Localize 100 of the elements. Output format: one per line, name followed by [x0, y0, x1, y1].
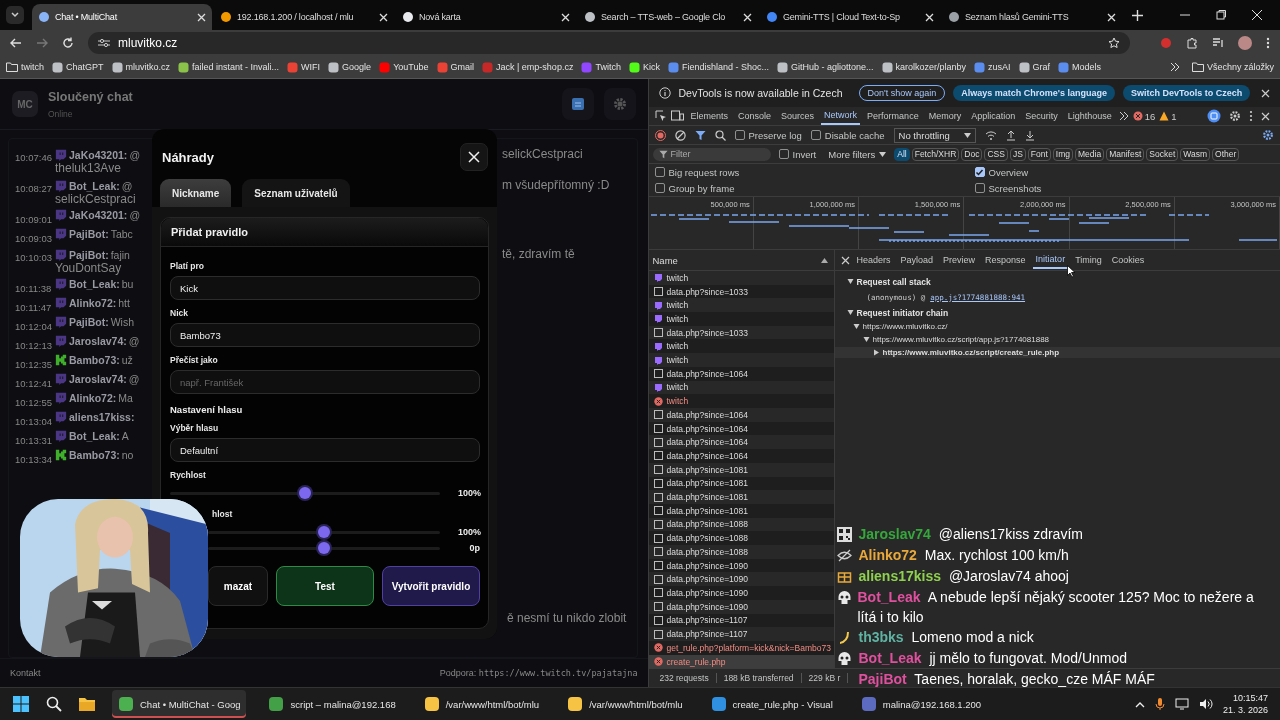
type-filter-chip[interactable]: Wasm	[1180, 147, 1211, 161]
type-filter-chip[interactable]: Media	[1075, 147, 1105, 161]
create-button[interactable]: Vytvořit pravidlo	[382, 566, 480, 607]
type-filter-chip[interactable]: Font	[1027, 147, 1051, 161]
type-filter-chip[interactable]: Other	[1212, 147, 1240, 161]
dialog-tab[interactable]: Seznam uživatelů	[242, 179, 350, 208]
bookmark[interactable]: Graf	[1018, 61, 1051, 73]
type-filter-chip[interactable]: Socket	[1146, 147, 1179, 161]
type-filter-chip[interactable]: Fetch/XHR	[911, 147, 960, 161]
detail-tab[interactable]: Headers	[853, 251, 894, 270]
detail-tab[interactable]: Preview	[940, 251, 979, 270]
devtools-tab[interactable]: Memory	[925, 107, 965, 126]
devtools-tab[interactable]: Sources	[778, 107, 818, 126]
tree-section[interactable]: Request call stack	[846, 275, 1280, 289]
filter-field[interactable]: Filter	[652, 147, 771, 161]
more-filters-dropdown[interactable]: More filters	[828, 148, 887, 160]
bookmark[interactable]: mluvitko.cz	[111, 61, 171, 73]
test-button[interactable]: Test	[276, 566, 374, 607]
message-time: 10:07:46	[14, 151, 53, 164]
taskbar-app[interactable]: /var/www/html/bot/mlu	[561, 690, 689, 719]
bookmark[interactable]: Fiendishland - Shoc...	[667, 61, 769, 73]
request-row[interactable]: twitch	[648, 339, 834, 354]
address-bar[interactable]: mluvitko.cz	[88, 31, 1130, 54]
preserve-log-checkbox[interactable]: Preserve log	[734, 129, 802, 141]
devtools-tab[interactable]: Security	[1022, 107, 1061, 126]
type-filter-chip[interactable]: Manifest	[1106, 147, 1145, 161]
bookmark[interactable]: twitch	[6, 62, 44, 73]
devtools-tab[interactable]: Elements	[687, 107, 732, 126]
taskbar-app[interactable]: script – malina@192.168	[262, 690, 402, 719]
banner-button[interactable]: Always match Chrome's language	[953, 85, 1115, 102]
input-field[interactable]: Kick	[170, 276, 480, 301]
bookmark[interactable]: Kick	[628, 61, 660, 73]
initiator-url[interactable]: https://www.mluvitko.cz/script/create_rule.php	[834, 347, 1280, 359]
detail-tab[interactable]: Response	[982, 251, 1029, 270]
chat-username: aliens17kiss:	[69, 411, 135, 424]
bookmark[interactable]: Twitch	[581, 61, 621, 73]
devtools-tab[interactable]: Performance	[864, 107, 922, 126]
input-field[interactable]: Bambo73	[170, 323, 480, 348]
type-filter-chip[interactable]: All	[894, 147, 910, 161]
browser-tab[interactable]: 192.168.1.200 / localhost / mlu	[214, 4, 394, 30]
taskbar-app[interactable]: Chat • MultiChat - Goog	[112, 690, 247, 719]
option-checkbox[interactable]: Overview	[974, 166, 1280, 178]
bookmark[interactable]: ChatGPT	[52, 61, 104, 73]
taskbar-app[interactable]: malina@192.168.1.200	[854, 690, 988, 719]
initiator-url[interactable]: https://www.mluvitko.cz/	[834, 321, 1280, 333]
invert-checkbox[interactable]: Invert	[778, 148, 817, 160]
bookmark[interactable]: karolkozer/planby	[881, 61, 967, 73]
slider-value: 100%	[458, 488, 480, 499]
bookmark[interactable]: Models	[1058, 61, 1102, 73]
contact-link[interactable]: Kontakt	[10, 668, 41, 679]
request-row[interactable]: twitch	[648, 394, 834, 408]
option-checkbox[interactable]: Screenshots	[974, 182, 1280, 194]
bookmark[interactable]: zusAI	[974, 61, 1011, 73]
chat-username: Jaroslav74:	[69, 335, 127, 348]
bookmark[interactable]: WIFI	[287, 61, 321, 73]
tree-section[interactable]: Request initiator chain	[846, 306, 1280, 320]
devtools-tab[interactable]: Console	[735, 107, 775, 126]
detail-tab[interactable]: Timing	[1072, 251, 1105, 270]
disable-cache-checkbox[interactable]: Disable cache	[810, 129, 885, 141]
bookmark[interactable]: Google	[328, 61, 372, 73]
error-count[interactable]: 16	[1132, 110, 1156, 122]
option-checkbox[interactable]: Big request rows	[654, 166, 975, 178]
devtools-tab[interactable]: Application	[968, 107, 1019, 126]
taskbar-app[interactable]: /var/www/html/bot/mlu	[417, 690, 546, 719]
voice-select[interactable]: Defaultní	[170, 438, 480, 463]
type-filter-chip[interactable]: Img	[1052, 147, 1073, 161]
request-row[interactable]: data.php?since=1088	[648, 531, 834, 546]
all-bookmarks[interactable]: Všechny záložky	[1191, 62, 1274, 73]
input-field[interactable]: např. František	[170, 370, 480, 395]
bookmark[interactable]: Jack | emp-shop.cz	[482, 61, 574, 73]
devtools-tab[interactable]: Network	[821, 107, 861, 126]
initiator-url[interactable]: https://www.mluvitko.cz/script/app.js?1774081888	[834, 334, 1280, 346]
bookmark[interactable]: failed instant - Invali...	[178, 61, 280, 73]
request-row[interactable]: twitch	[648, 312, 834, 326]
warning-count[interactable]: 1	[1159, 110, 1177, 122]
type-filter-chip[interactable]: Doc	[961, 147, 983, 161]
bookmark[interactable]: YouTube	[379, 61, 429, 73]
throttling-select[interactable]: No throttling	[893, 127, 976, 143]
column-header[interactable]: Name	[652, 254, 678, 266]
message-text: @	[128, 335, 140, 348]
detail-tab[interactable]: Cookies	[1108, 251, 1148, 270]
browser-tab[interactable]: Search – TTS-web – Google Clo	[578, 4, 758, 30]
bookmark[interactable]: GitHub - agliottone...	[776, 61, 874, 73]
request-row[interactable]: data.php?since=1090	[648, 586, 834, 600]
taskbar-app[interactable]: create_rule.php - Visual	[704, 690, 839, 719]
detail-tab[interactable]: Payload	[897, 251, 937, 270]
bookmark[interactable]: Gmail	[436, 61, 474, 73]
request-row[interactable]: data.php?since=1064	[648, 449, 834, 463]
browser-tab[interactable]: Seznam hlasů Gemini-TTS	[942, 4, 1122, 30]
type-filter-chip[interactable]: CSS	[984, 147, 1008, 161]
browser-tab[interactable]: Nová karta	[396, 4, 576, 30]
browser-tab[interactable]: Chat • MultiChat	[32, 4, 212, 30]
type-filter-chip[interactable]: JS	[1009, 147, 1026, 161]
browser-tab[interactable]: Gemini-TTS | Cloud Text-to-Sp	[760, 4, 940, 30]
option-checkbox[interactable]: Group by frame	[654, 182, 975, 194]
delete-button[interactable]: mazat	[208, 566, 268, 607]
dialog-tab[interactable]: Nickname	[160, 179, 232, 208]
devtools-tab[interactable]: Lighthouse	[1064, 107, 1115, 126]
banner-button[interactable]: Switch DevTools to Czech	[1122, 85, 1251, 102]
clock[interactable]: 10:15:47 21. 3. 2026	[1222, 693, 1268, 716]
